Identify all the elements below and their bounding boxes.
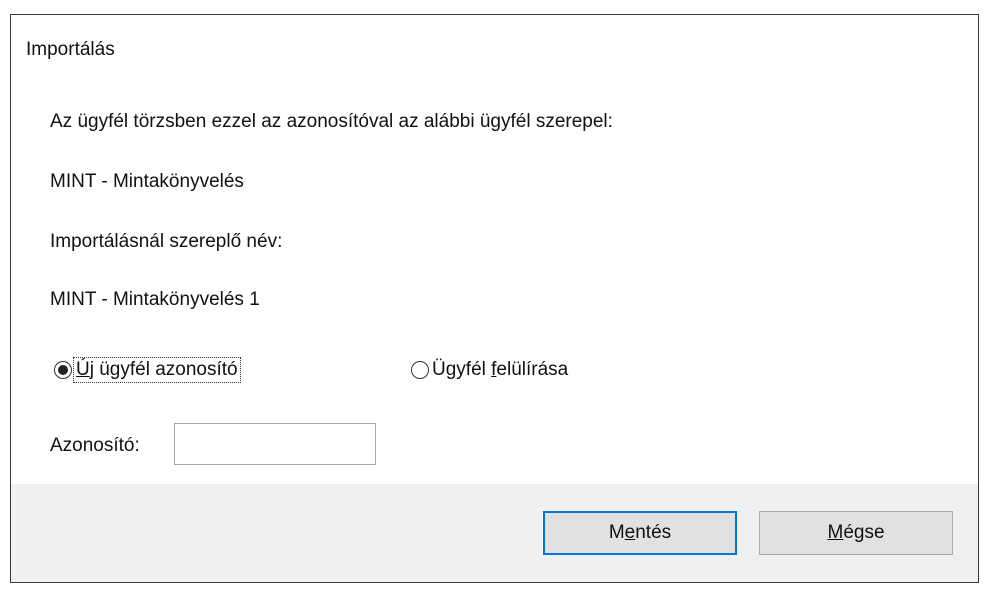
cancel-label-rest: égse xyxy=(843,522,885,543)
cancel-button-label: Mégse xyxy=(827,522,884,544)
radio-button-circle[interactable] xyxy=(411,361,429,379)
radio-new-client-id[interactable]: Új ügyfél azonosító xyxy=(54,355,241,385)
save-button[interactable]: Mentés xyxy=(543,511,737,555)
radio-label-pre: Ügyfél xyxy=(432,359,492,380)
existing-client-name: MINT - Mintakönyvelés xyxy=(50,171,244,192)
mnemonic-u: Ú xyxy=(76,359,90,380)
radio-selected-dot xyxy=(58,365,68,375)
id-input[interactable] xyxy=(174,423,376,465)
radio-label-rest: j ügyfél azonosító xyxy=(89,359,238,380)
cancel-button[interactable]: Mégse xyxy=(759,511,953,555)
save-label-mnemonic: e xyxy=(624,522,636,543)
import-dialog: Importálás Az ügyfél törzsben ezzel az a… xyxy=(10,14,979,583)
cancel-label-mnemonic: M xyxy=(827,522,844,543)
import-client-name: MINT - Mintakönyvelés 1 xyxy=(50,289,260,310)
radio-label-rest: elülírása xyxy=(496,359,569,380)
radio-button-circle[interactable] xyxy=(54,361,72,379)
intro-text: Az ügyfél törzsben ezzel az azonosítóval… xyxy=(50,111,613,132)
import-name-label: Importálásnál szereplő név: xyxy=(50,231,283,252)
id-field-label: Azonosító: xyxy=(50,435,140,456)
save-label-pre: M xyxy=(608,522,625,543)
save-button-label: Mentés xyxy=(609,522,671,544)
radio-new-client-id-label: Új ügyfél azonosító xyxy=(73,357,241,383)
radio-overwrite-client[interactable]: Ügyfél felülírása xyxy=(411,355,568,385)
radio-overwrite-client-label: Ügyfél felülírása xyxy=(432,359,568,381)
save-label-rest: ntés xyxy=(635,522,672,543)
